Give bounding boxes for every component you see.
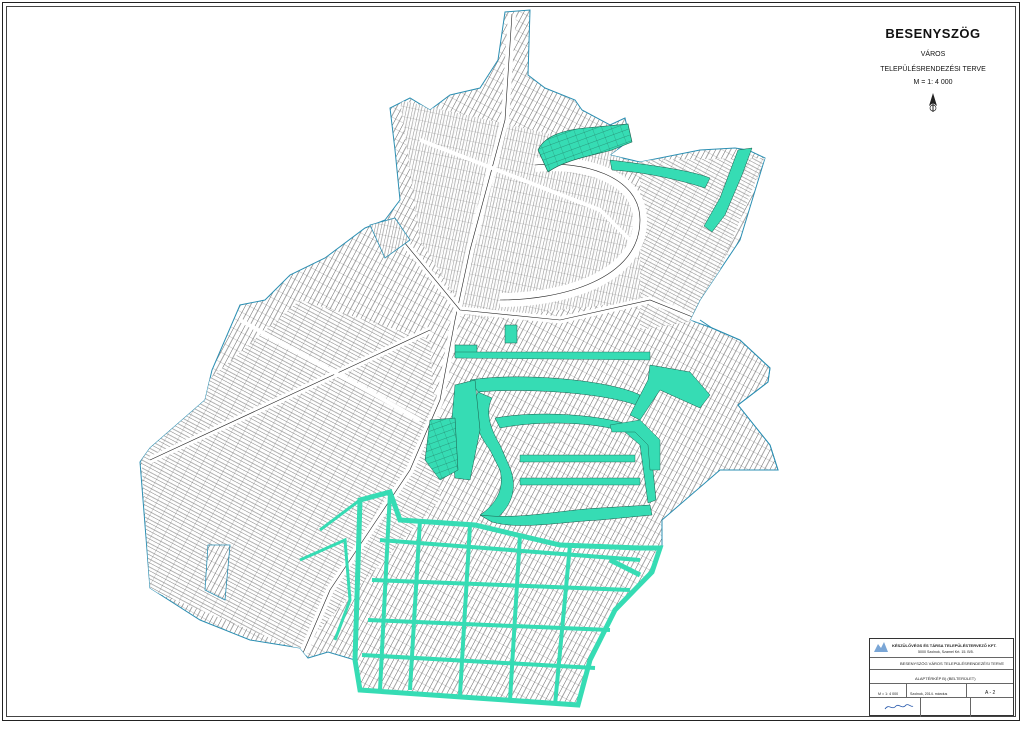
map-plan-name: TELEPÜLÉSRENDEZÉSI TERVE: [880, 66, 986, 73]
legend-company: KÉSZÜLŐVÉGS ÉS TÁRSA TELEPÜLÉSTERVEZŐ KF…: [892, 643, 997, 648]
legend-date-value: Szolnok, 2014. március: [910, 692, 948, 696]
north-arrow-icon: [929, 93, 937, 112]
legend-address: 5000 Szolnok, Szamel Krt. 15. B/5.: [918, 650, 974, 654]
map-title: BESENYSZÖG: [885, 26, 981, 41]
map-scale: M = 1: 4 000: [913, 79, 953, 86]
sheet-legend-box: KÉSZÜLŐVÉGS ÉS TÁRSA TELEPÜLÉSTERVEZŐ KF…: [869, 638, 1014, 717]
map-sheet: BESENYSZÖG VÁROS TELEPÜLÉSRENDEZÉSI TERV…: [0, 0, 1024, 725]
map-title-block: BESENYSZÖG VÁROS TELEPÜLÉSRENDEZÉSI TERV…: [858, 20, 1008, 114]
legend-row-sheet: ALAPTÉRKÉP B) (BELTERÜLET): [870, 669, 1013, 683]
legend-row-signatures: [870, 697, 1013, 717]
legend-row-meta: M = 1: 4 000 Szolnok, 2014. március A - …: [870, 683, 1013, 697]
legend-plan-name: BESENYSZÖG VÁROS TELEPÜLÉSRENDEZÉSI TERV…: [900, 661, 1005, 666]
map-subtitle: VÁROS: [920, 51, 946, 58]
legend-scale-value: M = 1: 4 000: [878, 692, 899, 696]
legend-sheet-title: ALAPTÉRKÉP B) (BELTERÜLET): [915, 676, 976, 681]
legend-sheet-code: A - 2: [985, 690, 996, 696]
signature-icon: [884, 704, 914, 710]
company-logo-icon: [874, 642, 888, 652]
legend-row-plan: BESENYSZÖG VÁROS TELEPÜLÉSRENDEZÉSI TERV…: [870, 657, 1013, 669]
